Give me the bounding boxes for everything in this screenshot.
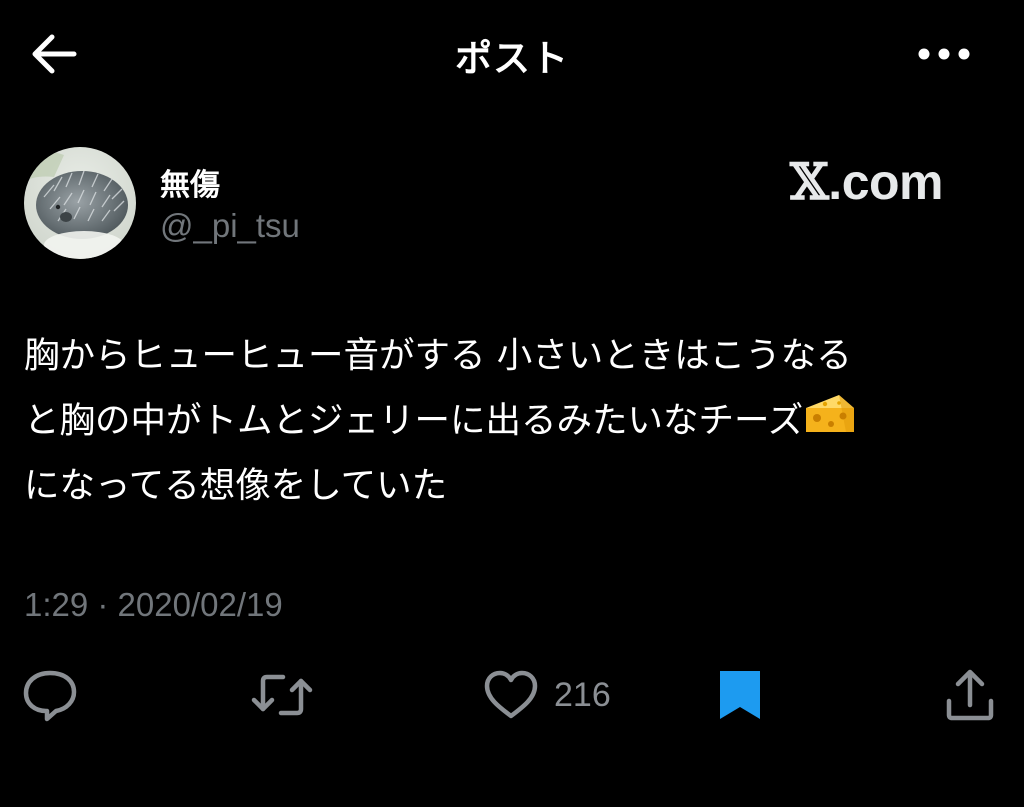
author-display-name[interactable]: 無傷	[160, 160, 220, 204]
heart-icon	[484, 670, 538, 719]
tweet-text: 胸からヒューヒュー音がする 小さいときはこうなる と胸の中がトムとジェリーに出る…	[24, 323, 1009, 518]
repost-icon	[251, 674, 313, 716]
like-button[interactable]: 216	[482, 660, 611, 730]
tweet-line: 胸からヒューヒュー音がする 小さいときはこうなる	[24, 335, 852, 376]
more-horizontal-icon	[918, 48, 970, 60]
cheese-wedge-icon	[806, 395, 855, 432]
reply-icon	[23, 670, 77, 722]
hedgehog-avatar	[24, 147, 136, 259]
tweet-timestamp[interactable]: 1:29 · 2020/02/19	[24, 586, 283, 624]
bookmark-icon	[720, 671, 760, 719]
share-icon	[946, 669, 994, 721]
watermark-domain: .com	[828, 154, 943, 210]
more-options-button[interactable]	[912, 38, 976, 70]
tweet-line: と胸の中がトムとジェリーに出るみたいなチーズ	[24, 400, 804, 441]
tweet-line: になってる想像をしていた	[24, 465, 448, 506]
tweet-line-with-emoji: と胸の中がトムとジェリーに出るみたいなチーズ	[24, 388, 1009, 453]
avatar[interactable]	[24, 147, 136, 259]
top-bar: ポスト	[0, 0, 1024, 108]
reply-button[interactable]	[20, 660, 80, 730]
author-handle[interactable]: @_pi_tsu	[160, 207, 300, 245]
page-title: ポスト	[455, 37, 569, 80]
like-count: 216	[554, 675, 611, 714]
share-button[interactable]	[942, 660, 998, 730]
bookmark-button[interactable]	[716, 660, 764, 730]
xcom-watermark: 𝕏.com	[790, 152, 943, 211]
x-logo-icon: 𝕏	[790, 152, 829, 211]
action-bar: 216	[0, 660, 1024, 730]
repost-button[interactable]	[249, 660, 315, 730]
